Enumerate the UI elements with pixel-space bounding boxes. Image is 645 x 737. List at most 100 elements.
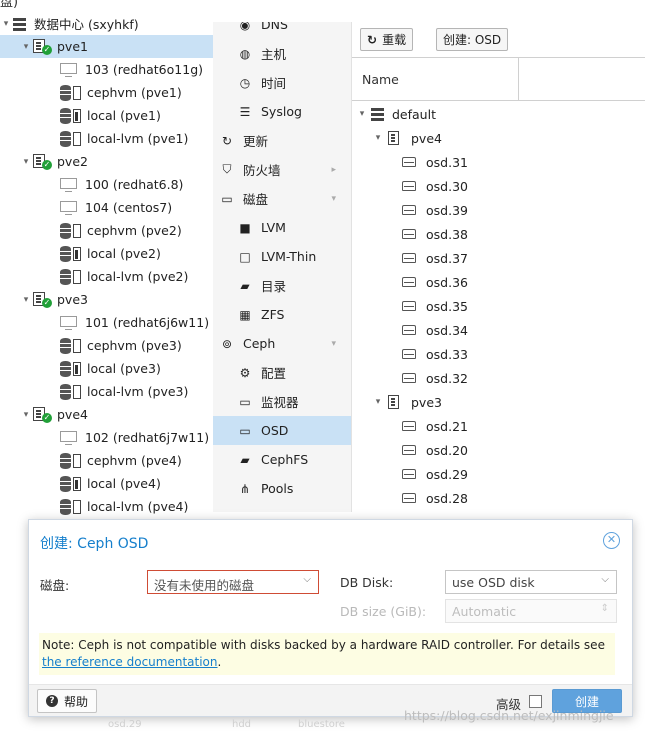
chevron-down-icon[interactable]: ⌵ <box>303 574 311 585</box>
tree-vm-item[interactable]: 101 (redhat6j6w11) <box>0 311 213 334</box>
osd-tree-osd[interactable]: osd.39 <box>402 198 468 222</box>
tree-storage-item[interactable]: cephvm (pve3) <box>0 334 213 357</box>
osd-label: osd.31 <box>426 154 468 170</box>
osd-label: osd.35 <box>426 298 468 314</box>
menu-item-ceph[interactable]: ⊚ Ceph ▾ <box>213 329 351 358</box>
menu-item-9[interactable]: ▰ 目录 <box>213 271 351 300</box>
collapse-toggle-icon[interactable]: ▾ <box>372 397 384 407</box>
menu-item-13[interactable]: ▭ 监视器 <box>213 387 351 416</box>
tree-node-pve2[interactable]: ▾ ✓ pve2 <box>0 150 213 173</box>
menu-item-1[interactable]: ◍ 主机 <box>213 39 351 68</box>
hdd-icon <box>402 493 416 503</box>
menu-item-5[interactable]: ⛉ 防火墙 ▸ <box>213 155 351 184</box>
hdd-icon <box>402 205 416 215</box>
menu-item-label: 主机 <box>261 47 287 62</box>
menu-expand-icon[interactable]: ▾ <box>331 339 336 349</box>
osd-tree-osd[interactable]: osd.29 <box>402 462 468 486</box>
collapse-toggle-icon[interactable]: ▾ <box>0 19 12 29</box>
menu-expand-icon[interactable]: ▸ <box>331 165 336 175</box>
menu-item-syslog[interactable]: ☰ Syslog <box>213 97 351 126</box>
tree-node-label: pve4 <box>57 407 88 422</box>
db-disk-select[interactable]: use OSD disk ⌵ <box>445 570 617 594</box>
osd-tree-osd[interactable]: osd.33 <box>402 342 468 366</box>
hdd-icon <box>402 157 416 167</box>
reference-documentation-link[interactable]: the reference documentation <box>42 655 218 669</box>
gear-icon: ⚙ <box>239 365 251 380</box>
tree-storage-item[interactable]: local-lvm (pve4) <box>0 495 213 518</box>
osd-tree-osd[interactable]: osd.37 <box>402 246 468 270</box>
reload-button[interactable]: ↻ 重载 <box>360 28 414 51</box>
create-button-label: 创建 <box>574 694 599 709</box>
create-osd-button[interactable]: 创建: OSD <box>436 28 509 51</box>
menu-item-osd[interactable]: ▭ OSD <box>213 416 351 445</box>
menu-item-2[interactable]: ◷ 时间 <box>213 68 351 97</box>
storage-database-icon <box>60 383 84 400</box>
collapse-toggle-icon[interactable]: ▾ <box>20 410 32 420</box>
menu-item-12[interactable]: ⚙ 配置 <box>213 358 351 387</box>
tree-storage-item[interactable]: local (pve2) <box>0 242 213 265</box>
tree-storage-item[interactable]: local (pve4) <box>0 472 213 495</box>
osd-tree-osd[interactable]: osd.32 <box>402 366 468 390</box>
advanced-checkbox[interactable] <box>529 695 542 708</box>
osd-tree-osd[interactable]: osd.38 <box>402 222 468 246</box>
osd-tree-osd[interactable]: osd.34 <box>402 318 468 342</box>
tree-storage-item[interactable]: local (pve1) <box>0 104 213 127</box>
tree-node-pve4[interactable]: ▾ ✓ pve4 <box>0 403 213 426</box>
osd-tree-osd[interactable]: osd.20 <box>402 438 468 462</box>
menu-item-6[interactable]: ▭ 磁盘 ▾ <box>213 184 351 213</box>
tree-storage-item[interactable]: cephvm (pve1) <box>0 81 213 104</box>
menu-item-pools[interactable]: ⋔ Pools <box>213 474 351 503</box>
tree-node-pve3[interactable]: ▾ ✓ pve3 <box>0 288 213 311</box>
osd-tree-osd[interactable]: osd.28 <box>402 486 468 510</box>
osd-tree-osd[interactable]: osd.36 <box>402 270 468 294</box>
tree-vm-item[interactable]: 103 (redhat6o11g) <box>0 58 213 81</box>
osd-tree-root[interactable]: ▾ default <box>356 102 436 126</box>
osd-label: osd.21 <box>426 418 468 434</box>
column-header-name[interactable]: Name <box>352 57 519 101</box>
osd-tree-osd[interactable]: osd.35 <box>402 294 468 318</box>
chevron-down-icon[interactable]: ⌵ <box>601 574 609 585</box>
hdd-icon <box>402 325 416 335</box>
osd-tree-host-label: pve4 <box>411 130 442 146</box>
collapse-toggle-icon[interactable]: ▾ <box>20 42 32 52</box>
menu-item-dns[interactable]: ◉ DNS <box>213 22 351 39</box>
osd-tree-osd[interactable]: osd.21 <box>402 414 468 438</box>
tree-datacenter[interactable]: ▾ 数据中心 (sxyhkf) <box>0 12 213 35</box>
osd-tree-host[interactable]: ▾ pve3 <box>372 390 442 414</box>
tree-vm-item[interactable]: 102 (redhat6j7w11) <box>0 426 213 449</box>
menu-item-lvm[interactable]: ■ LVM <box>213 213 351 242</box>
osd-tree-osd[interactable]: osd.31 <box>402 150 468 174</box>
tree-storage-item[interactable]: local-lvm (pve2) <box>0 265 213 288</box>
osd-tree-host[interactable]: ▾ pve4 <box>372 126 442 150</box>
tree-storage-item[interactable]: local (pve3) <box>0 357 213 380</box>
tree-vm-item[interactable]: 100 (redhat6.8) <box>0 173 213 196</box>
tree-item-label: local-lvm (pve1) <box>87 131 189 146</box>
collapse-toggle-icon[interactable]: ▾ <box>20 157 32 167</box>
tree-vm-item[interactable]: 104 (centos7) <box>0 196 213 219</box>
tree-storage-item[interactable]: cephvm (pve2) <box>0 219 213 242</box>
storage-database-icon <box>60 84 84 101</box>
menu-expand-icon[interactable]: ▾ <box>331 194 336 204</box>
menu-item-4[interactable]: ↻ 更新 <box>213 126 351 155</box>
dialog-title: 创建: Ceph OSD <box>40 536 149 552</box>
menu-item-label: LVM <box>261 220 286 235</box>
menu-item-cephfs[interactable]: ▰ CephFS <box>213 445 351 474</box>
collapse-toggle-icon[interactable]: ▾ <box>356 109 368 119</box>
menu-item-label: 磁盘 <box>243 192 269 207</box>
menu-item-lvm-thin[interactable]: □ LVM-Thin <box>213 242 351 271</box>
osd-label: osd.29 <box>426 466 468 482</box>
tree-storage-item[interactable]: local-lvm (pve1) <box>0 127 213 150</box>
osd-tree-host-label: pve3 <box>411 394 442 410</box>
menu-item-zfs[interactable]: ▦ ZFS <box>213 300 351 329</box>
help-button[interactable]: ? 帮助 <box>37 689 98 713</box>
tree-datacenter-label: 数据中心 (sxyhkf) <box>34 17 139 32</box>
disk-select[interactable]: 没有未使用的磁盘 ⌵ <box>147 570 319 594</box>
osd-label: osd.36 <box>426 274 468 290</box>
collapse-toggle-icon[interactable]: ▾ <box>20 295 32 305</box>
osd-tree-osd[interactable]: osd.30 <box>402 174 468 198</box>
collapse-toggle-icon[interactable]: ▾ <box>372 133 384 143</box>
tree-storage-item[interactable]: local-lvm (pve3) <box>0 380 213 403</box>
tree-node-pve1[interactable]: ▾ ✓ pve1 <box>0 35 213 58</box>
tree-storage-item[interactable]: cephvm (pve4) <box>0 449 213 472</box>
close-icon[interactable]: ✕ <box>603 532 620 549</box>
